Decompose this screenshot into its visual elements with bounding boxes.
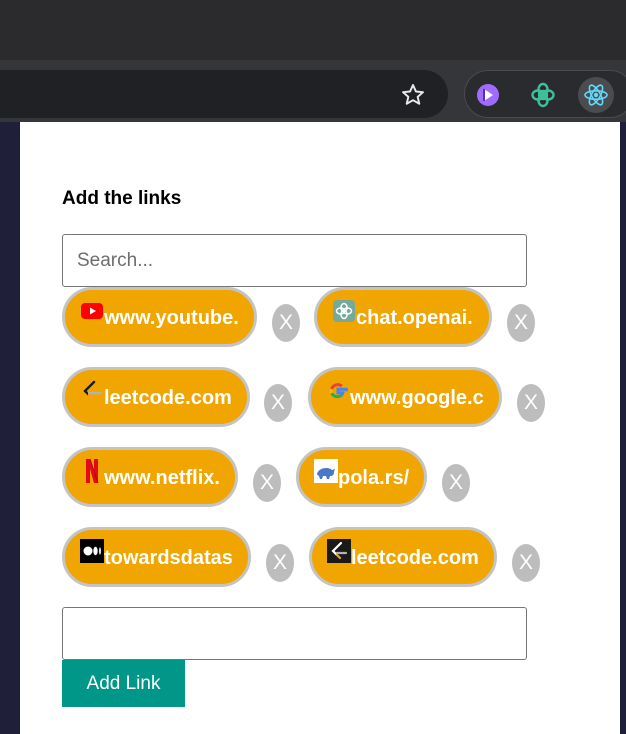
leetcode-icon <box>80 379 104 403</box>
leetcode-dark-icon <box>327 539 351 563</box>
popup-title: Add the links <box>62 188 182 209</box>
remove-link-button[interactable]: X <box>517 384 545 422</box>
link-chip-label: www.netflix. <box>104 466 220 489</box>
link-chip-netflix[interactable]: www.netflix. <box>62 447 238 507</box>
link-chip-leetcode-2[interactable]: leetcode.com <box>309 527 497 587</box>
link-chip-google[interactable]: www.google.c <box>308 367 502 427</box>
link-chip-label: leetcode.com <box>104 386 232 409</box>
page-background-right <box>620 122 626 734</box>
search-input[interactable] <box>62 234 527 287</box>
netflix-icon <box>80 458 104 484</box>
link-chip-openai[interactable]: chat.openai. <box>314 287 492 347</box>
remove-link-button[interactable]: X <box>266 544 294 582</box>
remove-link-button[interactable]: X <box>264 384 292 422</box>
react-extension-icon[interactable] <box>578 77 614 113</box>
remove-link-button[interactable]: X <box>512 544 540 582</box>
chatgpt-extension-icon[interactable] <box>525 77 561 113</box>
remove-link-button[interactable]: X <box>442 464 470 502</box>
address-bar[interactable] <box>0 70 448 118</box>
link-chip-label: towardsdatas <box>104 546 233 569</box>
remove-link-button[interactable]: X <box>507 304 535 342</box>
extension-popup: Add the links www.youtube. X chat.openai… <box>20 122 620 734</box>
openai-icon <box>332 299 356 323</box>
bookmark-star-icon[interactable] <box>398 80 428 110</box>
google-icon <box>326 379 350 403</box>
video-player-extension-icon[interactable] <box>470 77 506 113</box>
page-background-left <box>0 122 20 734</box>
link-chip-towardsdatascience[interactable]: towardsdatas <box>62 527 251 587</box>
link-chip-youtube[interactable]: www.youtube. <box>62 287 257 347</box>
link-chip-label: chat.openai. <box>356 306 473 329</box>
link-chip-label: www.google.c <box>350 386 484 409</box>
link-chip-label: leetcode.com <box>351 546 479 569</box>
link-chip-label: www.youtube. <box>104 306 239 329</box>
link-chip-leetcode[interactable]: leetcode.com <box>62 367 250 427</box>
link-chip-polars[interactable]: pola.rs/ <box>296 447 427 507</box>
medium-icon <box>80 539 104 563</box>
add-link-button[interactable]: Add Link <box>62 660 185 707</box>
youtube-icon <box>80 299 104 323</box>
remove-link-button[interactable]: X <box>272 304 300 342</box>
tab-strip <box>0 0 626 60</box>
new-link-input[interactable] <box>62 607 527 660</box>
polars-icon <box>314 459 338 483</box>
link-chip-label: pola.rs/ <box>338 466 410 489</box>
remove-link-button[interactable]: X <box>253 464 281 502</box>
